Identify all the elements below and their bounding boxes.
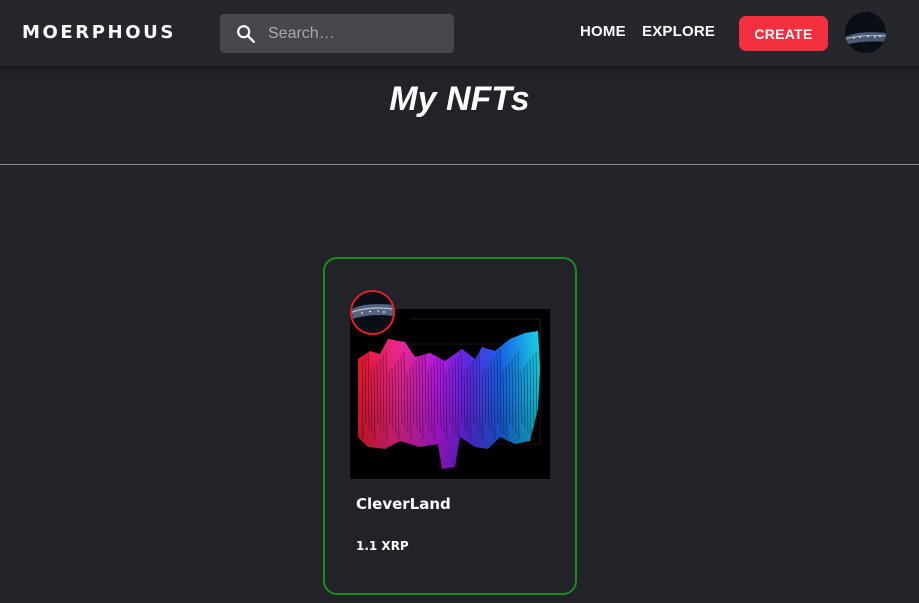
nft-price: 1.1 XRP — [356, 539, 409, 553]
owner-avatar-image — [352, 292, 393, 333]
nft-card[interactable]: CleverLand 1.1 XRP — [323, 257, 577, 595]
title-divider — [0, 164, 919, 165]
site-logo[interactable]: MOERPHOUS — [22, 22, 176, 43]
owner-avatar[interactable] — [350, 290, 395, 335]
search-icon — [237, 25, 255, 43]
user-avatar[interactable] — [845, 12, 886, 53]
top-navbar: MOERPHOUS HOME EXPLORE CREATE — [0, 0, 919, 66]
nft-image[interactable] — [350, 309, 550, 479]
search-bar[interactable] — [220, 14, 454, 53]
page-title: My NFTs — [389, 80, 530, 118]
nav-explore-link[interactable]: EXPLORE — [642, 23, 715, 40]
nft-artwork — [350, 309, 550, 479]
search-input[interactable] — [268, 14, 448, 53]
avatar-image — [845, 12, 886, 53]
nav-home-link[interactable]: HOME — [580, 23, 626, 40]
nft-name: CleverLand — [356, 495, 451, 513]
create-button[interactable]: CREATE — [739, 16, 828, 51]
